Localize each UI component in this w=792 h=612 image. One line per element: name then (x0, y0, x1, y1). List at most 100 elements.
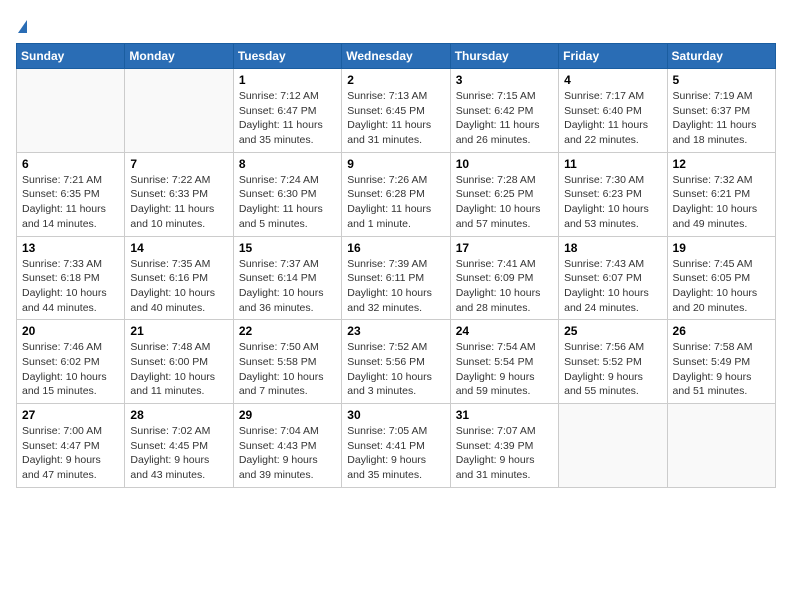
day-header: Saturday (667, 44, 775, 69)
cell-info: Sunrise: 7:15 AM Sunset: 6:42 PM Dayligh… (456, 89, 553, 148)
day-number: 14 (130, 241, 227, 255)
day-number: 29 (239, 408, 336, 422)
day-number: 20 (22, 324, 119, 338)
calendar-cell: 21 Sunrise: 7:48 AM Sunset: 6:00 PM Dayli… (125, 320, 233, 404)
day-header: Monday (125, 44, 233, 69)
day-header: Tuesday (233, 44, 341, 69)
day-number: 23 (347, 324, 444, 338)
cell-info: Sunrise: 7:37 AM Sunset: 6:14 PM Dayligh… (239, 257, 336, 316)
day-number: 30 (347, 408, 444, 422)
day-number: 8 (239, 157, 336, 171)
day-number: 19 (673, 241, 770, 255)
day-number: 1 (239, 73, 336, 87)
day-header: Wednesday (342, 44, 450, 69)
calendar-cell: 5 Sunrise: 7:19 AM Sunset: 6:37 PM Daylig… (667, 69, 775, 153)
calendar-cell: 13Sunrise: 7:33 AM Sunset: 6:18 PM Dayli… (17, 236, 125, 320)
calendar-cell: 31 Sunrise: 7:07 AM Sunset: 4:39 PM Dayli… (450, 404, 558, 488)
day-number: 3 (456, 73, 553, 87)
cell-info: Sunrise: 7:35 AM Sunset: 6:16 PM Dayligh… (130, 257, 227, 316)
calendar-week-row: 20 Sunrise: 7:46 AM Sunset: 6:02 PM Dayli… (17, 320, 776, 404)
calendar-cell: 20 Sunrise: 7:46 AM Sunset: 6:02 PM Dayli… (17, 320, 125, 404)
calendar-cell: 18Sunrise: 7:43 AM Sunset: 6:07 PM Dayli… (559, 236, 667, 320)
cell-info: Sunrise: 7:26 AM Sunset: 6:28 PM Dayligh… (347, 173, 444, 232)
calendar-cell: 1 Sunrise: 7:12 AM Sunset: 6:47 PM Daylig… (233, 69, 341, 153)
cell-info: Sunrise: 7:22 AM Sunset: 6:33 PM Dayligh… (130, 173, 227, 232)
day-number: 4 (564, 73, 661, 87)
calendar-cell: 4 Sunrise: 7:17 AM Sunset: 6:40 PM Daylig… (559, 69, 667, 153)
page-header (16, 16, 776, 35)
cell-info: Sunrise: 7:19 AM Sunset: 6:37 PM Dayligh… (673, 89, 770, 148)
calendar-cell: 11Sunrise: 7:30 AM Sunset: 6:23 PM Dayli… (559, 152, 667, 236)
cell-info: Sunrise: 7:24 AM Sunset: 6:30 PM Dayligh… (239, 173, 336, 232)
calendar-cell: 22 Sunrise: 7:50 AM Sunset: 5:58 PM Dayli… (233, 320, 341, 404)
cell-info: Sunrise: 7:04 AM Sunset: 4:43 PM Dayligh… (239, 424, 336, 483)
calendar-cell: 14 Sunrise: 7:35 AM Sunset: 6:16 PM Dayli… (125, 236, 233, 320)
day-number: 22 (239, 324, 336, 338)
logo-arrow (18, 20, 27, 33)
day-header: Sunday (17, 44, 125, 69)
calendar-cell: 6 Sunrise: 7:21 AM Sunset: 6:35 PM Daylig… (17, 152, 125, 236)
calendar-cell (559, 404, 667, 488)
day-number: 27 (22, 408, 119, 422)
calendar-cell (17, 69, 125, 153)
calendar: SundayMondayTuesdayWednesdayThursdayFrid… (16, 43, 776, 488)
cell-info: Sunrise: 7:28 AM Sunset: 6:25 PM Dayligh… (456, 173, 553, 232)
day-number: 5 (673, 73, 770, 87)
cell-info: Sunrise: 7:54 AM Sunset: 5:54 PM Dayligh… (456, 340, 553, 399)
calendar-cell: 16 Sunrise: 7:39 AM Sunset: 6:11 PM Dayli… (342, 236, 450, 320)
calendar-week-row: 27 Sunrise: 7:00 AM Sunset: 4:47 PM Dayli… (17, 404, 776, 488)
day-number: 10 (456, 157, 553, 171)
calendar-cell: 9 Sunrise: 7:26 AM Sunset: 6:28 PM Daylig… (342, 152, 450, 236)
day-number: 28 (130, 408, 227, 422)
cell-info: Sunrise: 7:13 AM Sunset: 6:45 PM Dayligh… (347, 89, 444, 148)
day-number: 24 (456, 324, 553, 338)
cell-info: Sunrise: 7:32 AM Sunset: 6:21 PM Dayligh… (673, 173, 770, 232)
cell-info: Sunrise: 7:46 AM Sunset: 6:02 PM Dayligh… (22, 340, 119, 399)
calendar-week-row: 6 Sunrise: 7:21 AM Sunset: 6:35 PM Daylig… (17, 152, 776, 236)
cell-info: Sunrise: 7:33 AM Sunset: 6:18 PM Dayligh… (22, 257, 119, 316)
day-header: Thursday (450, 44, 558, 69)
cell-info: Sunrise: 7:17 AM Sunset: 6:40 PM Dayligh… (564, 89, 661, 148)
cell-info: Sunrise: 7:58 AM Sunset: 5:49 PM Dayligh… (673, 340, 770, 399)
day-number: 15 (239, 241, 336, 255)
cell-info: Sunrise: 7:00 AM Sunset: 4:47 PM Dayligh… (22, 424, 119, 483)
day-number: 6 (22, 157, 119, 171)
day-number: 17 (456, 241, 553, 255)
calendar-week-row: 1 Sunrise: 7:12 AM Sunset: 6:47 PM Daylig… (17, 69, 776, 153)
day-number: 9 (347, 157, 444, 171)
day-number: 31 (456, 408, 553, 422)
day-number: 21 (130, 324, 227, 338)
cell-info: Sunrise: 7:50 AM Sunset: 5:58 PM Dayligh… (239, 340, 336, 399)
logo-text (16, 16, 27, 35)
calendar-cell: 17Sunrise: 7:41 AM Sunset: 6:09 PM Dayli… (450, 236, 558, 320)
calendar-cell: 23 Sunrise: 7:52 AM Sunset: 5:56 PM Dayli… (342, 320, 450, 404)
logo (16, 16, 27, 35)
calendar-cell (125, 69, 233, 153)
calendar-week-row: 13Sunrise: 7:33 AM Sunset: 6:18 PM Dayli… (17, 236, 776, 320)
calendar-cell: 10 Sunrise: 7:28 AM Sunset: 6:25 PM Dayli… (450, 152, 558, 236)
calendar-cell: 7Sunrise: 7:22 AM Sunset: 6:33 PM Daylig… (125, 152, 233, 236)
cell-info: Sunrise: 7:12 AM Sunset: 6:47 PM Dayligh… (239, 89, 336, 148)
day-number: 16 (347, 241, 444, 255)
cell-info: Sunrise: 7:45 AM Sunset: 6:05 PM Dayligh… (673, 257, 770, 316)
calendar-cell: 24 Sunrise: 7:54 AM Sunset: 5:54 PM Dayli… (450, 320, 558, 404)
day-number: 25 (564, 324, 661, 338)
cell-info: Sunrise: 7:05 AM Sunset: 4:41 PM Dayligh… (347, 424, 444, 483)
calendar-cell (667, 404, 775, 488)
cell-info: Sunrise: 7:30 AM Sunset: 6:23 PM Dayligh… (564, 173, 661, 232)
calendar-cell: 30 Sunrise: 7:05 AM Sunset: 4:41 PM Dayli… (342, 404, 450, 488)
calendar-cell: 3 Sunrise: 7:15 AM Sunset: 6:42 PM Daylig… (450, 69, 558, 153)
cell-info: Sunrise: 7:39 AM Sunset: 6:11 PM Dayligh… (347, 257, 444, 316)
calendar-cell: 28 Sunrise: 7:02 AM Sunset: 4:45 PM Dayli… (125, 404, 233, 488)
calendar-cell: 2Sunrise: 7:13 AM Sunset: 6:45 PM Daylig… (342, 69, 450, 153)
cell-info: Sunrise: 7:21 AM Sunset: 6:35 PM Dayligh… (22, 173, 119, 232)
calendar-cell: 8 Sunrise: 7:24 AM Sunset: 6:30 PM Daylig… (233, 152, 341, 236)
cell-info: Sunrise: 7:07 AM Sunset: 4:39 PM Dayligh… (456, 424, 553, 483)
cell-info: Sunrise: 7:52 AM Sunset: 5:56 PM Dayligh… (347, 340, 444, 399)
calendar-cell: 19 Sunrise: 7:45 AM Sunset: 6:05 PM Dayli… (667, 236, 775, 320)
day-header: Friday (559, 44, 667, 69)
cell-info: Sunrise: 7:02 AM Sunset: 4:45 PM Dayligh… (130, 424, 227, 483)
calendar-cell: 25Sunrise: 7:56 AM Sunset: 5:52 PM Dayli… (559, 320, 667, 404)
calendar-cell: 26Sunrise: 7:58 AM Sunset: 5:49 PM Dayli… (667, 320, 775, 404)
cell-info: Sunrise: 7:48 AM Sunset: 6:00 PM Dayligh… (130, 340, 227, 399)
